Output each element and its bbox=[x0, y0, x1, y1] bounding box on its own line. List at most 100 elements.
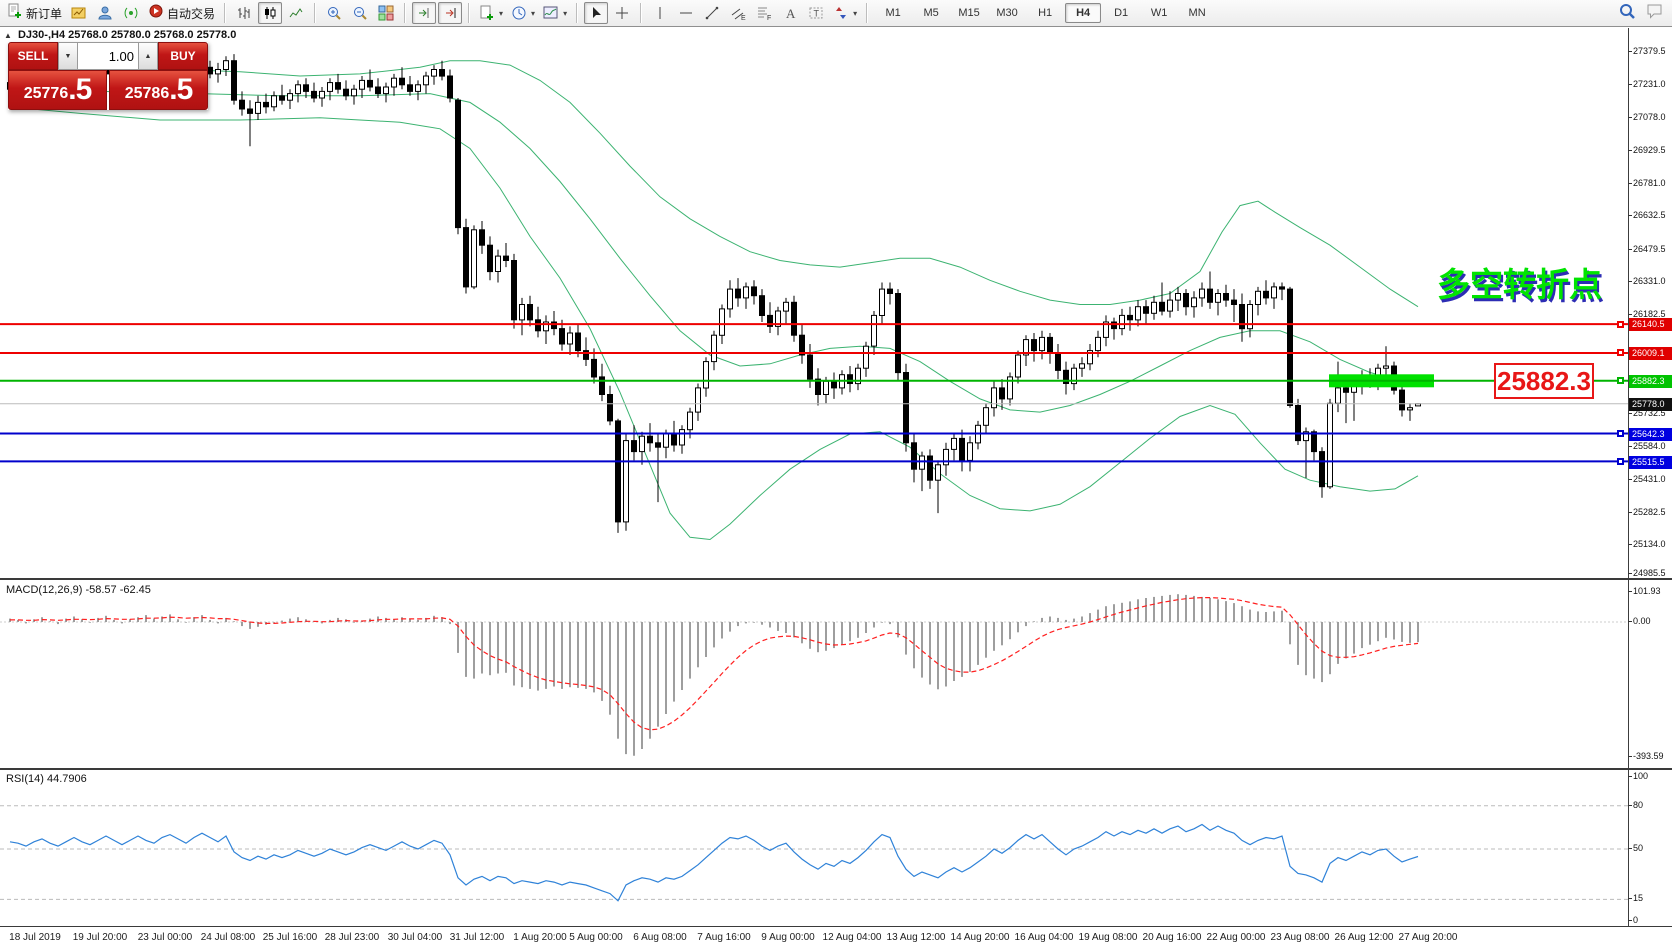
auto-scroll-icon[interactable] bbox=[438, 2, 462, 24]
time-axis-label: 19 Jul 20:00 bbox=[73, 932, 128, 943]
zoom-out-icon[interactable] bbox=[348, 2, 372, 24]
timeframe-m15[interactable]: M15 bbox=[951, 3, 987, 23]
timeframe-h1[interactable]: H1 bbox=[1027, 3, 1063, 23]
channel-icon[interactable]: E bbox=[726, 2, 750, 24]
candle-bear bbox=[1032, 340, 1037, 351]
chart-title: ▲ DJ30-,H4 25768.0 25780.0 25768.0 25778… bbox=[4, 29, 236, 41]
sell-price-main: 25776 bbox=[24, 83, 69, 105]
candle-bear bbox=[408, 85, 413, 92]
chat-icon[interactable] bbox=[1646, 2, 1664, 25]
period-clock-icon[interactable]: ▾ bbox=[508, 2, 538, 24]
pane-separator[interactable] bbox=[0, 578, 1672, 580]
price-chart[interactable] bbox=[0, 28, 1628, 578]
time-axis-label: 23 Jul 00:00 bbox=[138, 932, 193, 943]
candle-bear bbox=[480, 230, 485, 245]
auto-trading-button[interactable]: 自动交易 bbox=[145, 2, 218, 24]
candle-bull bbox=[296, 85, 301, 94]
bar-chart-icon[interactable] bbox=[232, 2, 256, 24]
rsi-chart[interactable] bbox=[0, 771, 1628, 926]
candle-bull bbox=[944, 449, 949, 464]
timeframe-mn[interactable]: MN bbox=[1179, 3, 1215, 23]
dropdown-caret-icon[interactable]: ▾ bbox=[563, 9, 567, 18]
vertical-line-icon[interactable] bbox=[648, 2, 672, 24]
time-axis-label: 13 Aug 12:00 bbox=[887, 932, 946, 943]
line-chart-icon[interactable] bbox=[284, 2, 308, 24]
candle-bear bbox=[1048, 337, 1053, 352]
candle-bear bbox=[1112, 322, 1117, 329]
rsi-axis-label: 100 bbox=[1633, 771, 1648, 781]
cursor-icon[interactable] bbox=[584, 2, 608, 24]
candle-bull bbox=[392, 78, 397, 87]
collapse-panel-icon[interactable]: ▲ bbox=[4, 31, 12, 40]
timeframe-w1[interactable]: W1 bbox=[1141, 3, 1177, 23]
line-anchor-marker[interactable] bbox=[1617, 321, 1624, 328]
candle-bear bbox=[576, 333, 581, 351]
timeframe-m30[interactable]: M30 bbox=[989, 3, 1025, 23]
toolbar-separator bbox=[576, 3, 578, 23]
price-axis-border bbox=[1628, 28, 1629, 927]
volume-input[interactable]: 1.00 bbox=[78, 42, 138, 70]
sell-button[interactable]: SELL bbox=[8, 42, 58, 70]
time-axis-label: 26 Aug 12:00 bbox=[1335, 932, 1394, 943]
time-axis-label: 31 Jul 12:00 bbox=[450, 932, 505, 943]
dropdown-caret-icon[interactable]: ▾ bbox=[499, 9, 503, 18]
zoom-in-icon[interactable] bbox=[322, 2, 346, 24]
auto-trading-label: 自动交易 bbox=[167, 5, 215, 22]
arrows-tool-icon[interactable]: ▾ bbox=[830, 2, 860, 24]
indicator-list-icon[interactable]: ▾ bbox=[540, 2, 570, 24]
candle-bear bbox=[1224, 294, 1229, 301]
fibonacci-icon[interactable]: F bbox=[752, 2, 776, 24]
chart-shift-icon[interactable] bbox=[412, 2, 436, 24]
timeframe-m5[interactable]: M5 bbox=[913, 3, 949, 23]
candle-bear bbox=[232, 61, 237, 100]
signal-icon[interactable] bbox=[119, 2, 143, 24]
timeframe-d1[interactable]: D1 bbox=[1103, 3, 1139, 23]
trendline-icon[interactable] bbox=[700, 2, 724, 24]
price-tick: 26632.5 bbox=[1633, 210, 1666, 220]
rsi-axis-label: 15 bbox=[1633, 893, 1643, 903]
line-anchor-marker[interactable] bbox=[1617, 458, 1624, 465]
new-order-button[interactable]: 新订单 bbox=[4, 2, 65, 24]
text-label-icon[interactable]: T bbox=[804, 2, 828, 24]
rsi-axis-label: 50 bbox=[1633, 843, 1643, 853]
candle-bull bbox=[288, 94, 293, 101]
line-anchor-marker[interactable] bbox=[1617, 430, 1624, 437]
price-callout-box[interactable]: 25882.3 bbox=[1494, 363, 1594, 399]
candle-bull bbox=[496, 256, 501, 271]
horizontal-line-icon[interactable] bbox=[674, 2, 698, 24]
text-tool-icon[interactable]: A bbox=[778, 2, 802, 24]
timeframe-h4[interactable]: H4 bbox=[1065, 3, 1101, 23]
timeframe-m1[interactable]: M1 bbox=[875, 3, 911, 23]
toolbar-separator bbox=[468, 3, 470, 23]
candle-bear bbox=[736, 289, 741, 298]
candle-bull bbox=[744, 287, 749, 298]
volume-down-button[interactable]: ▼ bbox=[58, 42, 78, 70]
buy-price-button[interactable]: 25786.5 bbox=[109, 70, 208, 110]
macd-axis-label: 0.00 bbox=[1633, 616, 1651, 626]
sell-price-button[interactable]: 25776.5 bbox=[8, 70, 107, 110]
line-anchor-marker[interactable] bbox=[1617, 349, 1624, 356]
macd-chart[interactable] bbox=[0, 581, 1628, 768]
candle-bear bbox=[552, 322, 557, 329]
dropdown-caret-icon[interactable]: ▾ bbox=[531, 9, 535, 18]
add-indicator-icon[interactable]: ▾ bbox=[476, 2, 506, 24]
time-axis-label: 30 Jul 04:00 bbox=[388, 932, 443, 943]
candle-bull bbox=[1096, 337, 1101, 350]
chart-window-icon[interactable] bbox=[67, 2, 91, 24]
volume-up-button[interactable]: ▲ bbox=[138, 42, 158, 70]
candle-bull bbox=[256, 102, 261, 113]
dropdown-caret-icon[interactable]: ▾ bbox=[853, 9, 857, 18]
auto-trading-icon bbox=[148, 3, 164, 24]
pane-separator[interactable] bbox=[0, 768, 1672, 770]
buy-button[interactable]: BUY bbox=[158, 42, 208, 70]
svg-text:T: T bbox=[814, 9, 820, 19]
market-watch-icon[interactable] bbox=[93, 2, 117, 24]
candlestick-chart-icon[interactable] bbox=[258, 2, 282, 24]
price-badge: 25515.5 bbox=[1629, 456, 1672, 469]
search-icon[interactable] bbox=[1618, 2, 1636, 25]
crosshair-icon[interactable] bbox=[610, 2, 634, 24]
macd-label: MACD(12,26,9) -58.57 -62.45 bbox=[6, 584, 151, 596]
line-anchor-marker[interactable] bbox=[1617, 377, 1624, 384]
tile-windows-icon[interactable] bbox=[374, 2, 398, 24]
candle-bull bbox=[416, 85, 421, 92]
